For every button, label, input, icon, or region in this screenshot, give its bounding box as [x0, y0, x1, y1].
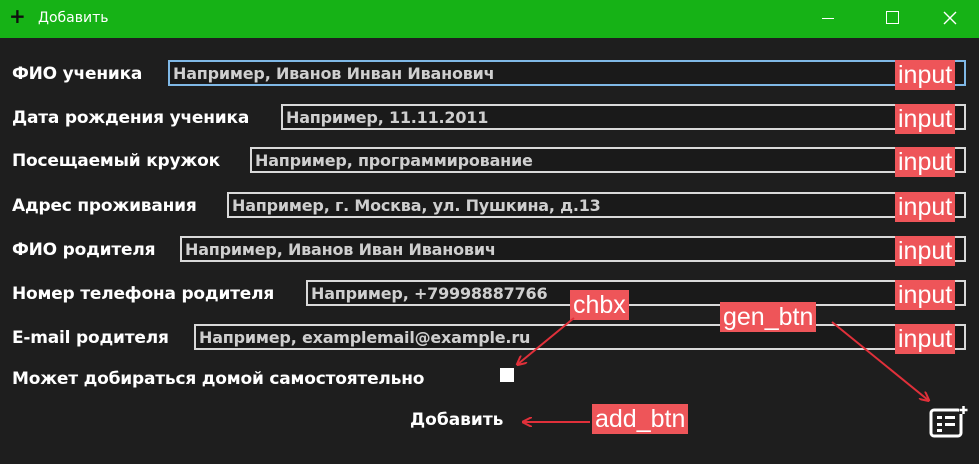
self-travel-checkbox[interactable] — [500, 368, 514, 382]
input-annotation-tag: input — [895, 147, 956, 177]
parent-phone-label: Номер телефона родителя — [12, 284, 275, 304]
club-label: Посещаемый кружок — [12, 151, 220, 171]
parent-phone-input[interactable] — [306, 280, 966, 306]
gen-btn-annotation-tag: gen_btn — [720, 302, 817, 332]
close-icon[interactable] — [925, 0, 975, 38]
birth-date-input[interactable] — [281, 104, 966, 130]
self-travel-label: Может добираться домой самостоятельно — [12, 369, 425, 389]
student-name-input[interactable] — [168, 60, 966, 86]
plus-icon: + — [9, 4, 26, 28]
parent-name-label: ФИО родителя — [12, 240, 156, 260]
input-annotation-tag: input — [895, 192, 956, 222]
add-btn-annotation-tag: add_btn — [592, 404, 689, 434]
club-input[interactable] — [250, 147, 966, 173]
title-bar: + Добавить — [0, 0, 979, 38]
window-title: Добавить — [38, 10, 109, 26]
generate-icon[interactable] — [928, 405, 968, 443]
minimize-icon[interactable] — [802, 0, 852, 38]
input-annotation-tag: input — [895, 324, 956, 354]
address-label: Адрес проживания — [12, 196, 197, 216]
student-name-label: ФИО ученика — [12, 64, 143, 84]
birth-date-label: Дата рождения ученика — [12, 108, 250, 128]
maximize-icon[interactable] — [868, 0, 918, 38]
parent-email-label: E-mail родителя — [12, 328, 169, 348]
input-annotation-tag: input — [895, 236, 956, 266]
input-annotation-tag: input — [895, 280, 956, 310]
parent-name-input[interactable] — [180, 236, 966, 262]
address-input[interactable] — [227, 192, 966, 218]
input-annotation-tag: input — [895, 60, 956, 90]
add-button[interactable]: Добавить — [410, 410, 503, 430]
chbx-annotation-tag: chbx — [570, 290, 629, 320]
parent-email-input[interactable] — [194, 324, 966, 350]
input-annotation-tag: input — [895, 104, 956, 134]
